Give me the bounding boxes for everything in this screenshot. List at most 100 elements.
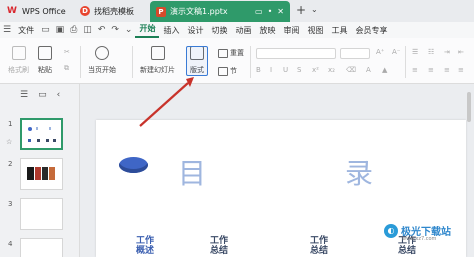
copy-icon[interactable]: ⧉ — [64, 64, 69, 73]
undo-icon[interactable]: ↶ — [95, 25, 109, 35]
menu-item[interactable]: 视图 — [303, 25, 327, 36]
dropdown-chevron-icon[interactable]: ⌄ — [122, 25, 136, 35]
indent-icon[interactable]: ⇥ — [444, 48, 450, 56]
slide-toc-item[interactable]: 工作 总结 — [310, 236, 328, 256]
vertical-scrollbar[interactable] — [467, 92, 471, 122]
italic-icon[interactable]: I — [270, 66, 272, 74]
wps-logo-icon: W — [7, 6, 17, 16]
font-grow-icon[interactable]: A⁺ — [376, 48, 384, 56]
slide-title-left[interactable]: 目 — [178, 152, 206, 192]
new-slide-label: 新建幻灯片 — [140, 66, 175, 74]
menu-item[interactable]: 动画 — [231, 25, 255, 36]
strikethrough-icon[interactable]: S — [297, 66, 301, 74]
collapse-chevron-icon[interactable]: ‹ — [57, 90, 61, 100]
superscript-icon[interactable]: x² — [312, 66, 319, 74]
tab-wps-label: WPS Office — [22, 6, 66, 16]
menu-item[interactable]: 会员专享 — [351, 25, 391, 36]
align-right-icon[interactable]: ≡ — [444, 66, 450, 74]
menu-item[interactable]: 插入 — [159, 25, 183, 36]
menu-item[interactable]: 开始 — [135, 22, 160, 38]
divider — [405, 46, 406, 78]
close-tab-icon[interactable]: ✕ — [277, 7, 284, 16]
slide-toc-item[interactable]: 工作 总结 — [210, 236, 228, 256]
menu-item[interactable]: 设计 — [183, 25, 207, 36]
start-from-current-button[interactable]: 当页开始 — [88, 46, 116, 75]
bullet-list-icon[interactable]: ☰ — [412, 48, 418, 56]
reset-icon — [218, 48, 228, 58]
font-color-icon[interactable]: A — [366, 66, 371, 74]
outdent-icon[interactable]: ⇤ — [458, 48, 464, 56]
slide-number: 3 — [8, 200, 13, 208]
align-left-icon[interactable]: ≡ — [412, 66, 418, 74]
preview-icon[interactable]: ◫ — [80, 25, 95, 35]
menu-item[interactable]: 工具 — [327, 25, 351, 36]
tab-presentation[interactable]: P 演示文稿1.pptx ▭ • ✕ — [150, 1, 290, 22]
ribbon-toolbar: 格式刷 粘贴 ✂ ⧉ 当页开始 新建幻灯片 版式 重置 节 A⁺ A⁻ B I … — [0, 38, 474, 84]
slide-toc-item[interactable]: 工作 概述 — [136, 236, 154, 256]
clipboard-icon — [38, 46, 52, 60]
tab-presentation-label: 演示文稿1.pptx — [170, 7, 228, 16]
slide-number: 2 — [8, 160, 13, 168]
monitor-icon[interactable]: ▭ — [255, 7, 263, 16]
watermark-logo-icon: ◐ — [384, 223, 398, 238]
clear-format-icon[interactable]: ⌫ — [346, 66, 356, 74]
font-shrink-icon[interactable]: A⁻ — [392, 48, 400, 56]
underline-icon[interactable]: U — [283, 66, 288, 74]
highlight-color-icon[interactable]: ▲ — [382, 66, 387, 74]
more-dots-icon[interactable]: • — [268, 7, 273, 16]
font-size-select[interactable] — [340, 48, 370, 59]
print-icon[interactable]: ⎙ — [67, 25, 80, 35]
slide-thumbnail[interactable] — [20, 238, 63, 257]
slide-thumbnail[interactable] — [20, 158, 63, 190]
reset-label: 重置 — [230, 49, 244, 57]
menu-item[interactable]: 切换 — [207, 25, 231, 36]
cut-icon[interactable]: ✂ — [64, 48, 70, 56]
tab-wps-office[interactable]: W WPS Office — [0, 2, 72, 20]
reset-button[interactable]: 重置 — [218, 48, 244, 58]
brush-icon — [11, 46, 26, 60]
menu-item[interactable]: 审阅 — [279, 25, 303, 36]
subscript-icon[interactable]: x₂ — [328, 66, 335, 74]
align-center-icon[interactable]: ≡ — [428, 66, 434, 74]
format-painter-button[interactable]: 格式刷 — [8, 46, 29, 75]
divider — [132, 46, 133, 78]
presentation-file-icon: P — [156, 6, 166, 17]
section-button[interactable]: 节 — [218, 66, 237, 76]
numbered-list-icon[interactable]: ☷ — [428, 48, 434, 56]
folder-icon[interactable]: ▭ — [38, 25, 53, 35]
new-tab-button[interactable]: + — [296, 3, 306, 17]
slide-title-right[interactable]: 录 — [345, 152, 373, 192]
slide-number: 4 — [8, 240, 13, 248]
menu-file[interactable]: 文件 — [14, 25, 38, 36]
save-icon[interactable]: ▣ — [53, 25, 68, 35]
paste-label: 粘贴 — [38, 66, 52, 74]
new-slide-button[interactable]: 新建幻灯片 — [140, 46, 175, 75]
thumbnail-preview — [27, 167, 55, 180]
watermark: ◐ 极光下载站 www.xz7.com — [384, 223, 451, 242]
watermark-site: www.xz7.com — [402, 236, 437, 242]
tab-list-chevron-icon[interactable]: ⌄ — [311, 5, 318, 14]
redo-icon[interactable]: ↷ — [108, 25, 122, 35]
slide-thumbnail[interactable] — [20, 198, 63, 230]
play-icon — [95, 46, 109, 60]
thumbnail-preview — [28, 127, 56, 142]
divider — [250, 46, 251, 78]
list-view-icon[interactable]: ☰ — [20, 90, 28, 100]
cylinder-shape[interactable] — [119, 157, 148, 173]
divider — [80, 46, 81, 78]
tab-template[interactable]: D 找稻壳模板 — [74, 2, 140, 20]
thumbnail-view-icon[interactable]: ▭ — [38, 90, 47, 100]
section-icon — [218, 66, 228, 76]
start-from-current-label: 当页开始 — [88, 66, 116, 74]
bold-icon[interactable]: B — [256, 66, 261, 74]
slide-number: 1 — [8, 120, 13, 128]
font-family-select[interactable] — [256, 48, 336, 59]
menu-item[interactable]: 放映 — [255, 25, 279, 36]
tab-template-label: 找稻壳模板 — [94, 6, 134, 16]
paste-button[interactable]: 粘贴 — [38, 46, 52, 75]
star-icon[interactable]: ☆ — [6, 138, 12, 146]
slide-thumbnail[interactable] — [20, 118, 63, 150]
justify-icon[interactable]: ≡ — [458, 66, 464, 74]
docer-logo-icon: D — [80, 6, 90, 16]
hamburger-icon[interactable]: ☰ — [0, 25, 14, 35]
